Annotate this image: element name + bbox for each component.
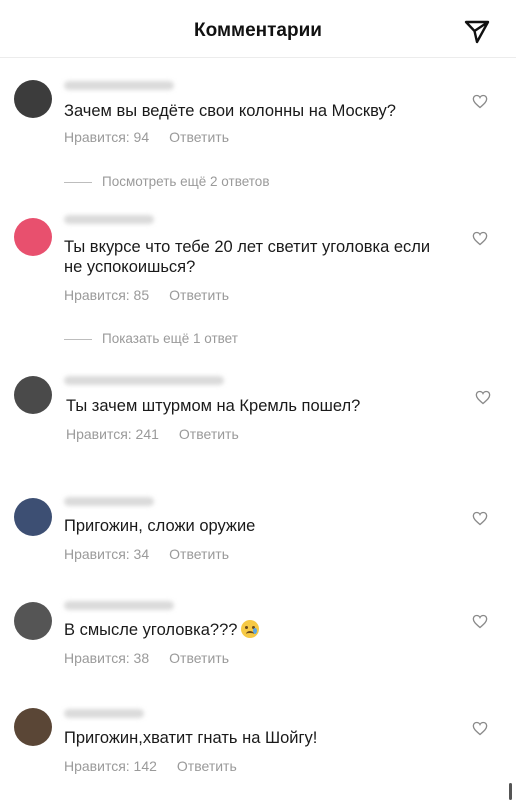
likes-count[interactable]: Нравится: 142 xyxy=(64,758,157,774)
heart-icon[interactable] xyxy=(472,231,488,246)
likes-count[interactable]: Нравится: 94 xyxy=(64,129,149,145)
comment-meta: Нравится: 38 Ответить xyxy=(64,650,229,666)
likes-count[interactable]: Нравится: 38 xyxy=(64,650,149,666)
reply-button[interactable]: Ответить xyxy=(177,758,237,774)
reply-button[interactable]: Ответить xyxy=(169,546,229,562)
header: Комментарии xyxy=(0,0,516,58)
comment-text: В смысле уголовка??? xyxy=(64,620,444,640)
avatar[interactable] xyxy=(14,498,52,536)
view-more-replies[interactable]: Показать ещё 1 ответ xyxy=(64,331,238,346)
view-more-replies-label: Посмотреть ещё 2 ответов xyxy=(102,174,270,189)
reply-button[interactable]: Ответить xyxy=(169,650,229,666)
likes-count[interactable]: Нравится: 85 xyxy=(64,287,149,303)
username-blurred[interactable] xyxy=(64,709,144,718)
reply-button[interactable]: Ответить xyxy=(179,426,239,442)
scrollbar[interactable] xyxy=(509,783,512,800)
paper-plane-icon[interactable] xyxy=(462,18,492,46)
avatar[interactable] xyxy=(14,602,52,640)
comment-meta: Нравится: 34 Ответить xyxy=(64,546,229,562)
username-blurred[interactable] xyxy=(64,376,224,385)
crying-face-emoji xyxy=(241,620,260,638)
view-more-replies-label: Показать ещё 1 ответ xyxy=(102,331,238,346)
heart-icon[interactable] xyxy=(475,390,491,405)
comment-meta: Нравится: 85 Ответить xyxy=(64,287,229,303)
divider-line xyxy=(64,181,92,183)
username-blurred[interactable] xyxy=(64,81,174,90)
heart-icon[interactable] xyxy=(472,614,488,629)
view-more-replies[interactable]: Посмотреть ещё 2 ответов xyxy=(64,174,270,189)
page-title: Комментарии xyxy=(194,20,322,41)
username-blurred[interactable] xyxy=(64,497,154,506)
avatar[interactable] xyxy=(14,376,52,414)
comment-text: Зачем вы ведёте свои колонны на Москву? xyxy=(64,102,396,120)
reply-button[interactable]: Ответить xyxy=(169,129,229,145)
avatar[interactable] xyxy=(14,80,52,118)
comment-meta: Нравится: 142 Ответить xyxy=(64,758,237,774)
comment-text: Пригожин, сложи оружие xyxy=(64,517,256,535)
avatar[interactable] xyxy=(14,708,52,746)
comment-meta: Нравится: 241 Ответить xyxy=(66,426,239,442)
reply-button[interactable]: Ответить xyxy=(169,287,229,303)
likes-count[interactable]: Нравится: 241 xyxy=(66,426,159,442)
comment-text: Ты вкурсе что тебе 20 лет светит уголовк… xyxy=(64,238,431,276)
comment-text: Пригожин,хватит гнать на Шойгу! xyxy=(64,729,318,747)
heart-icon[interactable] xyxy=(472,94,488,109)
comment-text: Ты зачем штурмом на Кремль пошел? xyxy=(66,397,361,415)
comment-meta: Нравится: 94 Ответить xyxy=(64,129,229,145)
divider-line xyxy=(64,338,92,340)
username-blurred[interactable] xyxy=(64,215,154,224)
likes-count[interactable]: Нравится: 34 xyxy=(64,546,149,562)
username-blurred[interactable] xyxy=(64,601,174,610)
comment-text-body: В смысле уголовка??? xyxy=(64,621,238,639)
heart-icon[interactable] xyxy=(472,511,488,526)
heart-icon[interactable] xyxy=(472,721,488,736)
avatar[interactable] xyxy=(14,218,52,256)
